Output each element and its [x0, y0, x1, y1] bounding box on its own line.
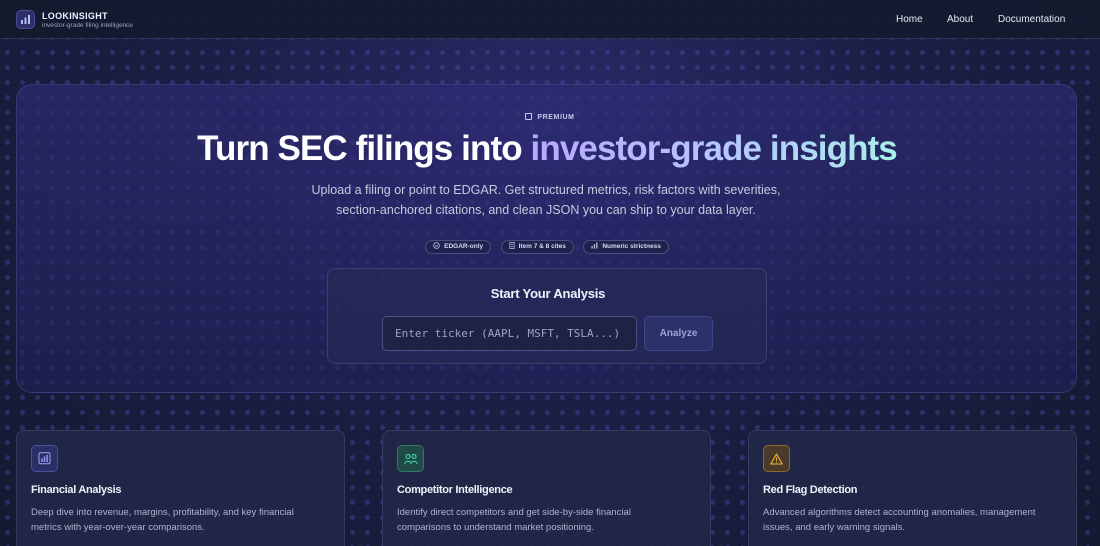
bar-chart-icon	[31, 445, 58, 472]
chip-item-cites: Item 7 & 8 cites	[500, 240, 574, 254]
brand-name[interactable]: LOOKINSIGHT	[42, 11, 108, 21]
feature-chips: EDGAR-only Item 7 & 8 cites Numeric stri…	[0, 235, 1094, 254]
nav-link-home[interactable]: Home	[896, 14, 923, 25]
check-circle-icon	[433, 241, 440, 253]
chip-numeric-strictness: Numeric strictness	[583, 240, 669, 254]
nav-link-documentation[interactable]: Documentation	[998, 14, 1065, 25]
hero-subtitle: Upload a filing or point to EDGAR. Get s…	[311, 183, 781, 217]
feature-card-red-flag-detection[interactable]: Red Flag Detection Advanced algorithms d…	[748, 430, 1077, 546]
premium-badge-label: PREMIUM	[537, 114, 575, 121]
card-title: Financial Analysis	[31, 484, 122, 496]
users-icon	[397, 445, 424, 472]
card-title: Red Flag Detection	[763, 484, 858, 496]
brand-tagline: investor-grade filing intelligence	[42, 22, 134, 29]
start-analysis-panel: Start Your Analysis Analyze	[327, 268, 767, 364]
headline-main: Turn SEC filings into	[197, 129, 522, 168]
ticker-input[interactable]	[382, 316, 637, 351]
feature-card-competitor-intelligence[interactable]: Competitor Intelligence Identify direct …	[382, 430, 711, 546]
analysis-title: Start Your Analysis	[490, 286, 606, 301]
nav-link-about[interactable]: About	[947, 14, 973, 25]
chip-label: EDGAR-only	[444, 243, 484, 250]
card-title: Competitor Intelligence	[397, 484, 513, 496]
top-navbar: LOOKINSIGHT investor-grade filing intell…	[0, 0, 1100, 39]
card-description: Identify direct competitors and get side…	[397, 507, 631, 533]
card-description: Deep dive into revenue, margins, profita…	[31, 507, 294, 533]
chip-edgar-only: EDGAR-only	[425, 240, 492, 254]
hero-headline: Turn SEC filings into investor-grade ins…	[0, 129, 1094, 169]
chip-label: Numeric strictness	[602, 243, 661, 250]
logo-icon[interactable]	[16, 10, 35, 29]
card-description: Advanced algorithms detect accounting an…	[763, 507, 1036, 533]
feature-card-financial-analysis[interactable]: Financial Analysis Deep dive into revenu…	[16, 430, 345, 546]
chip-label: Item 7 & 8 cites	[518, 243, 566, 250]
analyze-button[interactable]: Analyze	[644, 316, 713, 351]
premium-badge: PREMIUM	[0, 113, 1100, 121]
document-icon	[508, 241, 515, 253]
warning-icon	[763, 445, 790, 472]
badge-square-icon	[525, 113, 533, 120]
bar-chart-icon	[591, 241, 598, 253]
headline-accent: investor-grade insights	[530, 129, 898, 168]
